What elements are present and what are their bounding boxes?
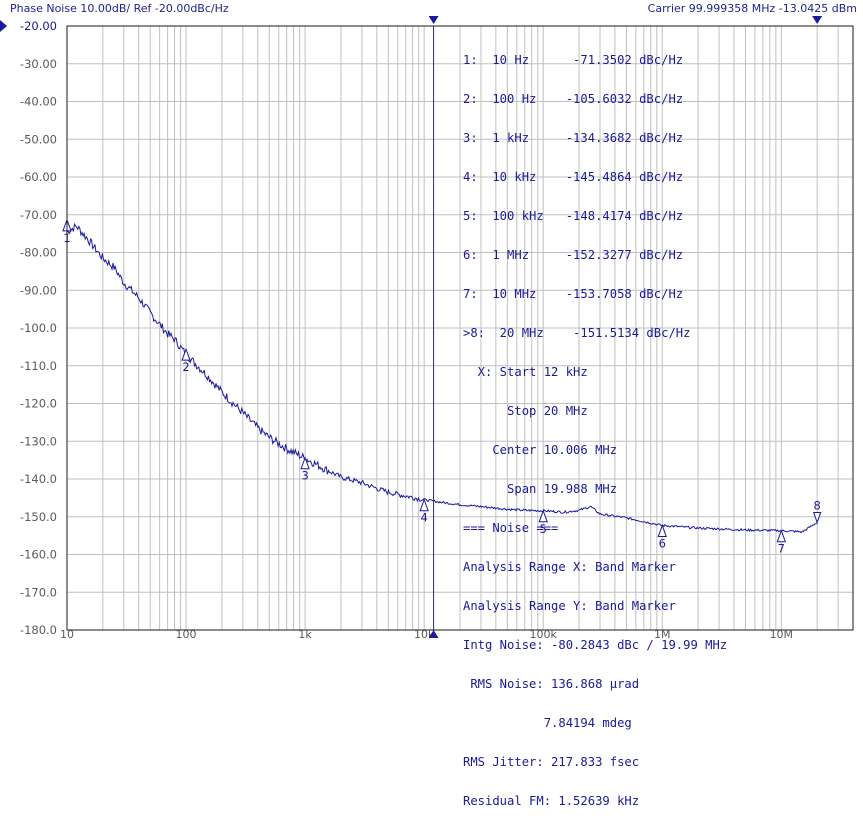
- range-row: Center 10.006 MHz: [463, 443, 618, 457]
- x-tick-label: 10M: [770, 628, 794, 641]
- x-tick-label: 100: [176, 628, 197, 641]
- marker-row: 1: 10 Hz -71.3502 dBc/Hz: [463, 53, 684, 67]
- phase-noise-plot[interactable]: 123456 78 -20.00-30.00-40.00-50.00-60.00-…: [0, 0, 863, 641]
- y-tick-label: -140.0: [20, 472, 57, 486]
- noise-row: === Noise ===: [463, 521, 559, 535]
- analysis-stop-icon: [812, 16, 823, 24]
- y-tick-label: -180.0: [20, 623, 57, 637]
- y-tick-label: -120.0: [20, 397, 57, 411]
- marker-label: 7: [778, 542, 785, 556]
- y-tick-label: -110.0: [20, 359, 57, 373]
- marker-triangle-icon: [181, 347, 191, 361]
- y-tick-label: -130.0: [20, 434, 57, 448]
- y-tick-label: -50.00: [20, 132, 57, 146]
- noise-row: RMS Jitter: 217.833 fsec: [463, 755, 640, 769]
- marker-label: 2: [182, 360, 189, 374]
- y-tick-label: -90.00: [20, 283, 57, 297]
- y-tick-label: -150.0: [20, 510, 57, 524]
- noise-row: Residual FM: 1.52639 kHz: [463, 794, 640, 808]
- reference-level-icon: [0, 20, 7, 32]
- grid: [66, 25, 854, 631]
- marker-row-active: >8: 20 MHz -151.5134 dBc/Hz: [463, 326, 691, 340]
- marker-triangle-icon: [300, 456, 310, 470]
- range-row: Stop 20 MHz: [463, 404, 588, 418]
- marker-label: 3: [301, 469, 308, 483]
- y-tick-label: -170.0: [20, 585, 57, 599]
- marker-triangle-icon: [776, 529, 787, 543]
- y-tick-label: -160.0: [20, 548, 57, 562]
- y-tick-label: -60.00: [20, 170, 57, 184]
- y-tick-label: -40.00: [20, 95, 57, 109]
- range-row: Span 19.988 MHz: [463, 482, 618, 496]
- y-tick-label: -70.00: [20, 208, 57, 222]
- marker-row: 5: 100 kHz -148.4174 dBc/Hz: [463, 209, 684, 223]
- y-tick-label: -80.00: [20, 246, 57, 260]
- analysis-start-icon: [428, 16, 439, 24]
- marker-row: 4: 10 kHz -145.4864 dBc/Hz: [463, 170, 684, 184]
- y-tick-label: -20.00: [20, 19, 57, 33]
- noise-row: Analysis Range Y: Band Marker: [463, 599, 676, 613]
- noise-row: 7.84194 mdeg: [463, 716, 632, 730]
- marker-readout-panel: 1: 10 Hz -71.3502 dBc/Hz 2: 100 Hz -105.…: [463, 28, 727, 821]
- marker-triangle-icon: [812, 511, 822, 524]
- y-tick-label: -100.0: [20, 321, 57, 335]
- x-tick-label: 10: [60, 628, 74, 641]
- y-tick-label: -30.00: [20, 57, 57, 71]
- noise-row: RMS Noise: 136.868 µrad: [463, 677, 640, 691]
- chart-title: Phase Noise 10.00dB/ Ref -20.00dBc/Hz: [10, 2, 229, 15]
- marker-row: 3: 1 kHz -134.3682 dBc/Hz: [463, 131, 684, 145]
- marker-label: 4: [420, 511, 427, 525]
- x-tick-label: 1k: [298, 628, 312, 641]
- marker-row: 7: 10 MHz -153.7058 dBc/Hz: [463, 287, 684, 301]
- noise-row: Analysis Range X: Band Marker: [463, 560, 676, 574]
- marker-row: 6: 1 MHz -152.3277 dBc/Hz: [463, 248, 684, 262]
- marker-label: 8: [813, 498, 820, 512]
- carrier-readout: Carrier 99.999358 MHz -13.0425 dBm: [647, 2, 857, 15]
- marker-row: 2: 100 Hz -105.6032 dBc/Hz: [463, 92, 684, 106]
- range-row: X: Start 12 kHz: [463, 365, 588, 379]
